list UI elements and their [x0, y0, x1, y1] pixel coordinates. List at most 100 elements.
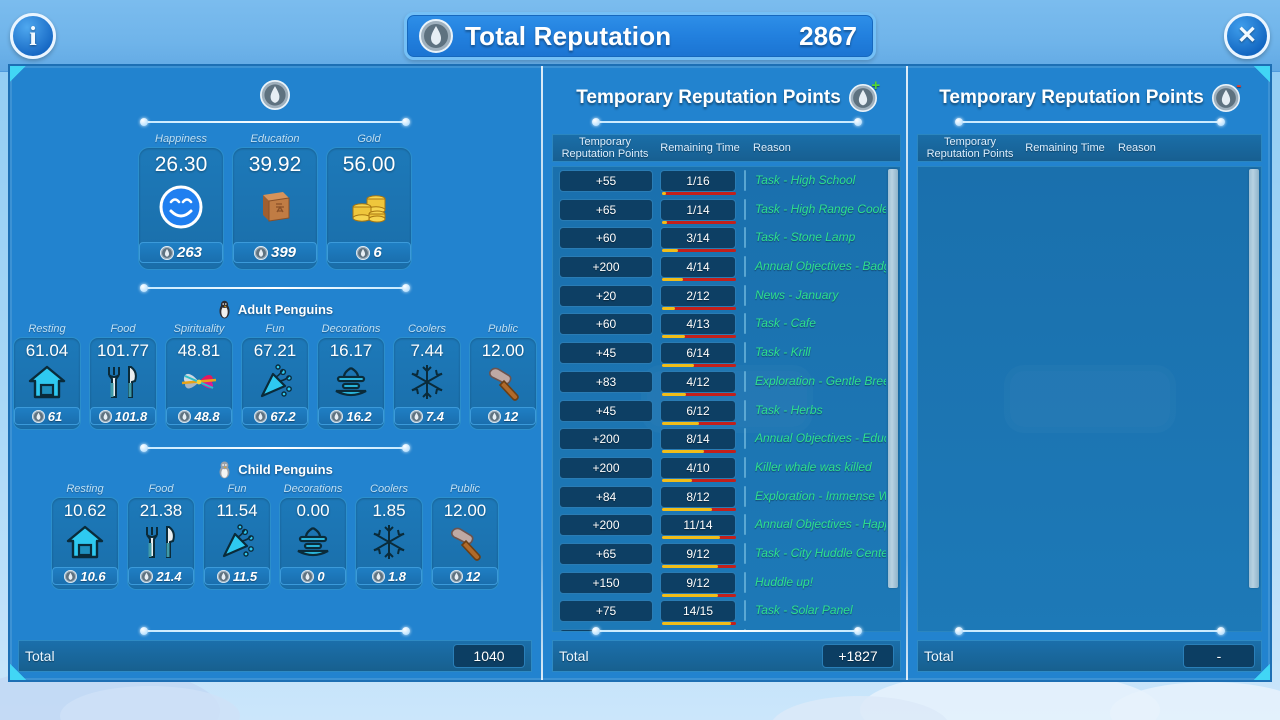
book-icon	[233, 178, 317, 236]
stat-tile-resting[interactable]: Resting 61.04 61	[13, 322, 81, 430]
row-points: +60	[559, 313, 653, 336]
mid-scrollbar-thumb[interactable]	[888, 169, 898, 588]
hammer-icon	[432, 521, 498, 563]
row-separator	[744, 170, 746, 191]
row-separator	[744, 514, 746, 536]
table-row[interactable]: +60 3/14 Task - Stone Lamp	[553, 224, 886, 253]
stat-tile-happiness[interactable]: Happiness 26.30 263	[138, 132, 224, 270]
stat-tile-gold[interactable]: Gold 56.00 6	[326, 132, 412, 270]
stat-tile-decorations[interactable]: Decorations 0.00 0	[279, 482, 347, 590]
row-progress-track	[662, 421, 736, 425]
row-remaining-time: 4/14	[660, 256, 736, 282]
table-row[interactable]: +65 1/14 Task - High Range Cooler	[553, 196, 886, 225]
stat-rep-value: 10.6	[80, 568, 106, 584]
stat-rep-value: 11.5	[232, 568, 258, 584]
table-row[interactable]: +84 8/12 Exploration - Immense Wish	[553, 483, 886, 512]
row-progress-track	[662, 364, 736, 368]
stat-label: Coolers	[370, 483, 408, 495]
row-time-value: 9/12	[660, 542, 736, 565]
table-row[interactable]: +60 4/13 Task - Cafe	[553, 310, 886, 339]
row-reason: Annual Objectives - Happiness	[755, 517, 886, 532]
row-time-value: 4/10	[660, 456, 736, 479]
row-points: +200	[559, 256, 653, 279]
section-title: Adult Penguins	[237, 302, 334, 317]
panel-settlement-reputation: Happiness 26.30 263 Education 39.92 399 …	[10, 66, 540, 680]
info-icon[interactable]: i	[10, 13, 56, 59]
stat-tile-coolers[interactable]: Coolers 7.44 7.4	[393, 322, 461, 430]
stat-label: Food	[110, 323, 136, 335]
stat-tile-education[interactable]: Education 39.92 399	[232, 132, 318, 270]
table-row[interactable]: +20 2/12 News - January	[553, 282, 886, 311]
stat-tile-public[interactable]: Public 12.00 12	[469, 322, 537, 430]
stat-rep-pill: 101.8	[90, 407, 156, 425]
child-stats-row: Resting 10.62 10.6 Food 21.38 21.4 Fun 1…	[10, 482, 540, 590]
table-row[interactable]: +55 1/16 Task - High School	[553, 167, 886, 196]
mid-table: Temporary Reputation Points Remaining Ti…	[552, 134, 901, 632]
row-progress-fill	[662, 192, 667, 195]
row-reason: Task - Cafe	[755, 316, 816, 331]
left-total-bar: Total 1040	[18, 640, 532, 672]
stat-rep-pill: 10.6	[52, 567, 118, 585]
table-row[interactable]: +45 6/12 Task - Herbs	[553, 397, 886, 426]
row-progress-fill	[662, 593, 718, 597]
adult-penguin-icon	[219, 300, 230, 319]
row-progress-track	[662, 278, 736, 282]
stat-label: Public	[488, 323, 518, 335]
total-label: Total	[559, 648, 589, 664]
cutlery-icon	[128, 521, 194, 563]
stat-tile-fun[interactable]: Fun 67.21 67.2	[241, 322, 309, 430]
stat-rep-pill: 12	[470, 407, 536, 425]
stat-tile-food[interactable]: Food 101.77 101.8	[89, 322, 157, 430]
table-row[interactable]: +45 6/14 Task - Krill	[553, 339, 886, 368]
row-time-value: 2/12	[660, 284, 736, 307]
row-separator	[744, 456, 746, 478]
stat-label: Food	[148, 483, 174, 495]
adult-stats-row: Resting 61.04 61 Food 101.77 101.8 Spiri…	[10, 322, 540, 430]
table-row[interactable]: +200 4/10 Killer whale was killed	[553, 454, 886, 483]
row-points: +60	[559, 227, 653, 250]
table-row[interactable]: +200 8/14 Annual Objectives - Education	[553, 425, 886, 454]
stat-label: Decorations	[321, 323, 381, 335]
child-penguins-heading: Child Penguins	[10, 460, 540, 479]
stat-value: 21.38	[139, 501, 183, 520]
stat-tile-fun[interactable]: Fun 11.54 11.5	[203, 482, 271, 590]
stat-tile-spirituality[interactable]: Spirituality 48.81 48.8	[165, 322, 233, 430]
stat-rep-value: 48.8	[194, 408, 220, 424]
stat-tile-coolers[interactable]: Coolers 1.85 1.8	[355, 482, 423, 590]
pinwheel-icon	[166, 361, 232, 403]
stat-value: 12.00	[443, 501, 487, 520]
mid-rows-container[interactable]: +55 1/16 Task - High School +65 1/14 Tas…	[553, 167, 886, 631]
row-time-value: 4/13	[660, 313, 736, 336]
table-row[interactable]: +150 9/12 Huddle up!	[553, 569, 886, 598]
table-row[interactable]: +65 9/12 Task - City Huddle Center	[553, 540, 886, 569]
stat-value: 7.44	[410, 341, 444, 360]
table-row[interactable]: +83 4/12 Exploration - Gentle Breeze	[553, 368, 886, 397]
stat-value: 101.77	[97, 341, 149, 360]
row-separator	[744, 256, 746, 278]
row-progress-fill	[662, 507, 712, 511]
reputation-coin-icon	[330, 409, 344, 423]
stat-label: Happiness	[155, 133, 207, 145]
close-icon[interactable]: ✕	[1224, 13, 1270, 59]
stat-label: Coolers	[408, 323, 446, 335]
stat-tile-resting[interactable]: Resting 10.62 10.6	[51, 482, 119, 590]
stat-tile-food[interactable]: Food 21.38 21.4	[127, 482, 195, 590]
table-row[interactable]: +200 4/14 Annual Objectives - Badges	[553, 253, 886, 282]
right-scrollbar-thumb[interactable]	[1249, 169, 1259, 588]
stat-tile-decorations[interactable]: Decorations 16.17 16.2	[317, 322, 385, 430]
stat-label: Fun	[265, 323, 285, 335]
row-progress-fill	[662, 306, 675, 310]
col-header-points: Temporary Reputation Points	[926, 136, 1014, 160]
row-progress-fill	[662, 536, 721, 540]
reputation-coin-icon	[98, 409, 112, 423]
stat-tile-public[interactable]: Public 12.00 12	[431, 482, 499, 590]
row-remaining-time: 4/10	[660, 456, 736, 482]
row-separator	[744, 227, 746, 249]
right-rows-container[interactable]	[918, 167, 1247, 631]
stat-label: Resting	[28, 323, 66, 335]
row-separator	[744, 342, 746, 364]
stat-value: 10.62	[63, 501, 107, 520]
right-scrollbar[interactable]	[1248, 169, 1260, 629]
table-row[interactable]: +200 11/14 Annual Objectives - Happiness	[553, 511, 886, 540]
mid-scrollbar[interactable]	[887, 169, 899, 629]
